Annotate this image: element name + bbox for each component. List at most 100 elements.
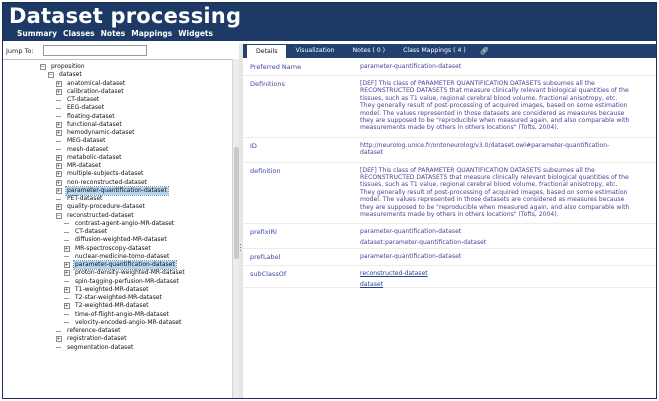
tree-node-label[interactable]: PET-dataset <box>66 195 103 203</box>
expand-icon[interactable]: + <box>63 303 70 310</box>
tree-node[interactable]: velocity-encoded-angio-MR-dataset <box>63 319 182 327</box>
collapse-icon[interactable]: − <box>47 72 54 79</box>
tree-node-label[interactable]: mesh-dataset <box>66 146 109 154</box>
tree-node[interactable]: + T1-weighted-MR-dataset <box>63 286 150 294</box>
expand-icon[interactable]: + <box>55 121 62 128</box>
nav-mappings[interactable]: Mappings <box>131 29 172 38</box>
tree-scrollbar[interactable] <box>232 59 239 398</box>
tree-node-label[interactable]: MR-dataset <box>66 162 102 170</box>
expand-icon[interactable]: + <box>55 154 62 161</box>
tree-node-label[interactable]: parameter-quantification-dataset <box>73 260 177 271</box>
superclass-link[interactable]: reconstructed-dataset <box>360 270 652 277</box>
expand-icon[interactable]: + <box>63 262 70 269</box>
tree-node-label[interactable]: segmentation-dataset <box>66 344 134 352</box>
collapse-icon[interactable]: − <box>39 64 46 71</box>
tree-node-label[interactable]: nuclear-medicine-tomo-dataset <box>74 253 170 261</box>
tree-node[interactable]: + MR-spectroscopy-dataset <box>63 245 152 253</box>
tree-node-label[interactable]: time-of-flight-angio-MR-dataset <box>74 311 170 319</box>
tree-node[interactable]: + parameter-quantification-dataset <box>63 260 177 271</box>
tree-node[interactable]: − reconstructed-dataset <box>55 212 135 220</box>
nav-notes[interactable]: Notes <box>101 29 126 38</box>
tree-node-label[interactable]: proton-density-weighted-MR-dataset <box>74 269 186 277</box>
tree-node-label[interactable]: T2-weighted-MR-dataset <box>74 302 150 310</box>
tree-node-label[interactable]: reconstructed-dataset <box>66 212 135 220</box>
tree-node[interactable]: EEG-dataset <box>55 104 105 112</box>
expand-icon[interactable]: + <box>55 88 62 95</box>
nav-summary[interactable]: Summary <box>17 29 57 38</box>
tree-node[interactable]: mesh-dataset <box>55 146 109 154</box>
tree-node[interactable]: spin-tagging-perfusion-MR-dataset <box>63 278 180 286</box>
collapse-icon[interactable]: − <box>55 212 62 219</box>
tree-node[interactable]: + anatomical-dataset <box>55 80 126 88</box>
tree-node-label[interactable]: anatomical-dataset <box>66 80 126 88</box>
tree-node[interactable]: CT-dataset <box>55 96 100 104</box>
tree-node[interactable]: + MR-dataset <box>55 162 102 170</box>
tree-node[interactable]: − dataset <box>47 71 83 79</box>
tree-node[interactable]: + multiple-subjects-dataset <box>55 170 144 178</box>
expand-icon[interactable]: + <box>55 130 62 137</box>
expand-icon[interactable]: + <box>55 336 62 343</box>
expand-icon[interactable]: + <box>55 187 62 194</box>
nav-classes[interactable]: Classes <box>63 29 95 38</box>
tree-node-label[interactable]: floating-dataset <box>66 113 116 121</box>
tree-node-label[interactable]: diffusion-weighted-MR-dataset <box>74 236 168 244</box>
tree-node-label[interactable]: spin-tagging-perfusion-MR-dataset <box>74 278 180 286</box>
tree-node[interactable]: contrast-agent-angio-MR-dataset <box>63 220 175 228</box>
tree-node[interactable]: − proposition <box>39 63 86 71</box>
tree-node-label[interactable]: EEG-dataset <box>66 104 105 112</box>
expand-icon[interactable]: + <box>55 80 62 87</box>
tab-details[interactable]: Details <box>247 44 287 58</box>
tab-notes[interactable]: Notes ( 0 ) <box>344 44 395 58</box>
superclass-link[interactable]: dataset <box>360 281 652 288</box>
tab-visualization[interactable]: Visualization <box>286 44 343 58</box>
tree-node-label[interactable]: reference-dataset <box>66 327 122 335</box>
tree-node-label[interactable]: non-reconstructed-dataset <box>66 179 148 187</box>
tree-node[interactable]: + parameter-quantification-dataset <box>55 185 169 196</box>
jump-to-input[interactable] <box>43 45 147 56</box>
nav-widgets[interactable]: Widgets <box>178 29 213 38</box>
expand-icon[interactable]: + <box>63 245 70 252</box>
tree-node[interactable]: segmentation-dataset <box>55 344 134 352</box>
tree-node-label[interactable]: CT-dataset <box>74 228 108 236</box>
tree-node[interactable]: MEG-dataset <box>55 137 106 145</box>
expand-icon[interactable]: + <box>55 204 62 211</box>
property-value[interactable]: reconstructed-dataset dataset <box>360 270 652 291</box>
tree-node-label[interactable]: MR-spectroscopy-dataset <box>74 245 152 253</box>
tree-node-label[interactable]: registration-dataset <box>66 335 127 343</box>
tree-node[interactable]: + registration-dataset <box>55 335 127 343</box>
tree-node-label[interactable]: contrast-agent-angio-MR-dataset <box>74 220 175 228</box>
tree-node[interactable]: nuclear-medicine-tomo-dataset <box>63 253 170 261</box>
tree-node[interactable]: reference-dataset <box>55 327 122 335</box>
tab-class-mappings[interactable]: Class Mappings ( 4 ) <box>394 44 475 58</box>
tree-node-label[interactable]: calibration-dataset <box>66 88 125 96</box>
tree-node-label[interactable]: parameter-quantification-dataset <box>65 185 169 196</box>
tree-node[interactable]: + T2-weighted-MR-dataset <box>63 302 150 310</box>
tree-node[interactable]: diffusion-weighted-MR-dataset <box>63 236 168 244</box>
expand-icon[interactable]: + <box>55 163 62 170</box>
tree-node[interactable]: T2-star-weighted-MR-dataset <box>63 294 163 302</box>
tree-node[interactable]: floating-dataset <box>55 113 116 121</box>
tree-node[interactable]: + hemodynamic-dataset <box>55 129 136 137</box>
tree-node-label[interactable]: metabolic-dataset <box>66 154 123 162</box>
tree-node[interactable]: + quality-procedure-dataset <box>55 203 146 211</box>
tree-node[interactable]: + non-reconstructed-dataset <box>55 179 148 187</box>
tree-node-label[interactable]: T1-weighted-MR-dataset <box>74 286 150 294</box>
tree-node-label[interactable]: dataset <box>58 71 83 79</box>
tree-node-label[interactable]: CT-dataset <box>66 96 100 104</box>
tree-node[interactable]: PET-dataset <box>55 195 103 203</box>
link-icon[interactable]: 🔗︎ <box>475 47 494 55</box>
tree-node-label[interactable]: T2-star-weighted-MR-dataset <box>74 294 163 302</box>
tree-node-label[interactable]: multiple-subjects-dataset <box>66 170 144 178</box>
tree-node-label[interactable]: quality-procedure-dataset <box>66 203 146 211</box>
tree-node-label[interactable]: proposition <box>50 63 86 71</box>
tree-node[interactable]: + proton-density-weighted-MR-dataset <box>63 269 186 277</box>
tree-node[interactable]: CT-dataset <box>63 228 108 236</box>
tree-node[interactable]: + functional-dataset <box>55 121 123 129</box>
tree-node[interactable]: + metabolic-dataset <box>55 154 123 162</box>
tree-node-label[interactable]: velocity-encoded-angio-MR-dataset <box>74 319 182 327</box>
expand-icon[interactable]: + <box>55 171 62 178</box>
expand-icon[interactable]: + <box>55 179 62 186</box>
expand-icon[interactable]: + <box>63 270 70 277</box>
tree-node-label[interactable]: functional-dataset <box>66 121 123 129</box>
tree-node[interactable]: + calibration-dataset <box>55 88 125 96</box>
